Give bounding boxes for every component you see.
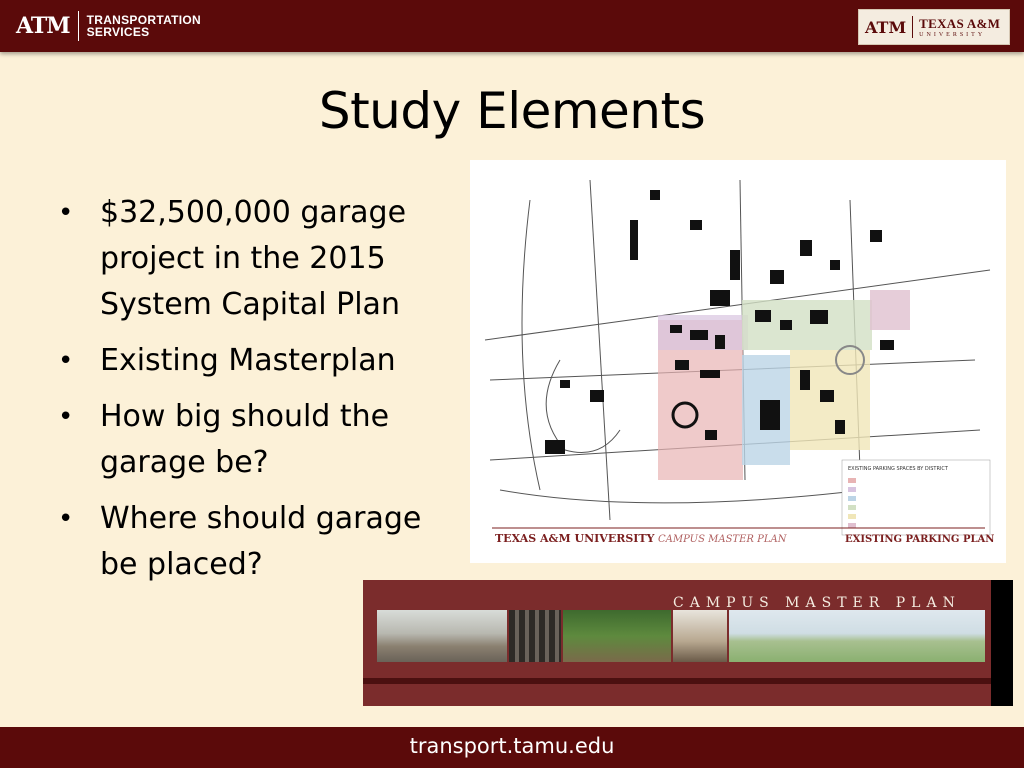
bullet-text: Existing Masterplan <box>100 343 396 378</box>
atm-logo-mark-small: ATM <box>865 17 907 37</box>
campus-trees-photo <box>563 610 671 662</box>
footer-url[interactable]: transport.tamu.edu <box>0 734 1024 758</box>
map-footer-subtitle: CAMPUS MASTER PLAN <box>658 534 788 545</box>
bullet-icon: • <box>58 402 74 432</box>
campus-master-plan-banner: CAMPUS MASTER PLAN <box>363 580 1013 706</box>
university-name-main: TEXAS A&M <box>919 15 1001 31</box>
campus-rendering-photo <box>729 610 985 662</box>
logo-text: TRANSPORTATION SERVICES <box>87 14 201 38</box>
atm-logo-mark: ATM <box>16 13 71 39</box>
campus-map-image: EXISTING PARKING SPACES BY DISTRICT TEXA… <box>470 160 1006 563</box>
footer-bar: transport.tamu.edu <box>0 727 1024 768</box>
historic-street-photo <box>377 610 507 662</box>
logo-divider <box>77 11 79 41</box>
header-bar: ATM TRANSPORTATION SERVICES ATM TEXAS A&… <box>0 0 1024 52</box>
banner-title: CAMPUS MASTER PLAN <box>673 595 961 611</box>
bullet-item: • How big should the garage be? <box>58 394 458 486</box>
bullet-text: How big should the garage be? <box>100 399 390 480</box>
banner-stripe <box>363 678 991 684</box>
transportation-services-logo[interactable]: ATM TRANSPORTATION SERVICES <box>16 8 201 44</box>
map-footer-title: TEXAS A&M UNIVERSITY <box>495 532 655 545</box>
bullet-icon: • <box>58 504 74 534</box>
statue-photo <box>673 610 727 662</box>
banner-edge <box>991 580 1013 706</box>
map-legend-title: EXISTING PARKING SPACES BY DISTRICT <box>848 466 949 472</box>
bullet-item: • Existing Masterplan <box>58 338 458 384</box>
university-name: TEXAS A&M UNIVERSITY <box>919 17 1000 38</box>
bullet-icon: • <box>58 346 74 376</box>
bullet-item: • $32,500,000 garage project in the 2015 … <box>58 190 458 328</box>
campus-map-drawing: EXISTING PARKING SPACES BY DISTRICT TEXA… <box>470 160 1006 563</box>
bullet-item: • Where should garage be placed? <box>58 496 458 588</box>
building-facade-photo <box>509 610 561 662</box>
map-footer-plan-name: EXISTING PARKING PLAN <box>845 534 994 545</box>
slide-title: Study Elements <box>318 82 706 140</box>
university-name-sub: UNIVERSITY <box>919 31 986 38</box>
bullet-icon: • <box>58 198 74 228</box>
texas-am-logo[interactable]: ATM TEXAS A&M UNIVERSITY <box>858 9 1010 45</box>
logo-divider-right <box>912 16 914 38</box>
bullet-text: $32,500,000 garage project in the 2015 S… <box>100 195 407 322</box>
bullet-list: • $32,500,000 garage project in the 2015 … <box>58 190 458 598</box>
bullet-text: Where should garage be placed? <box>100 501 422 582</box>
logo-text-line2: SERVICES <box>86 25 150 39</box>
